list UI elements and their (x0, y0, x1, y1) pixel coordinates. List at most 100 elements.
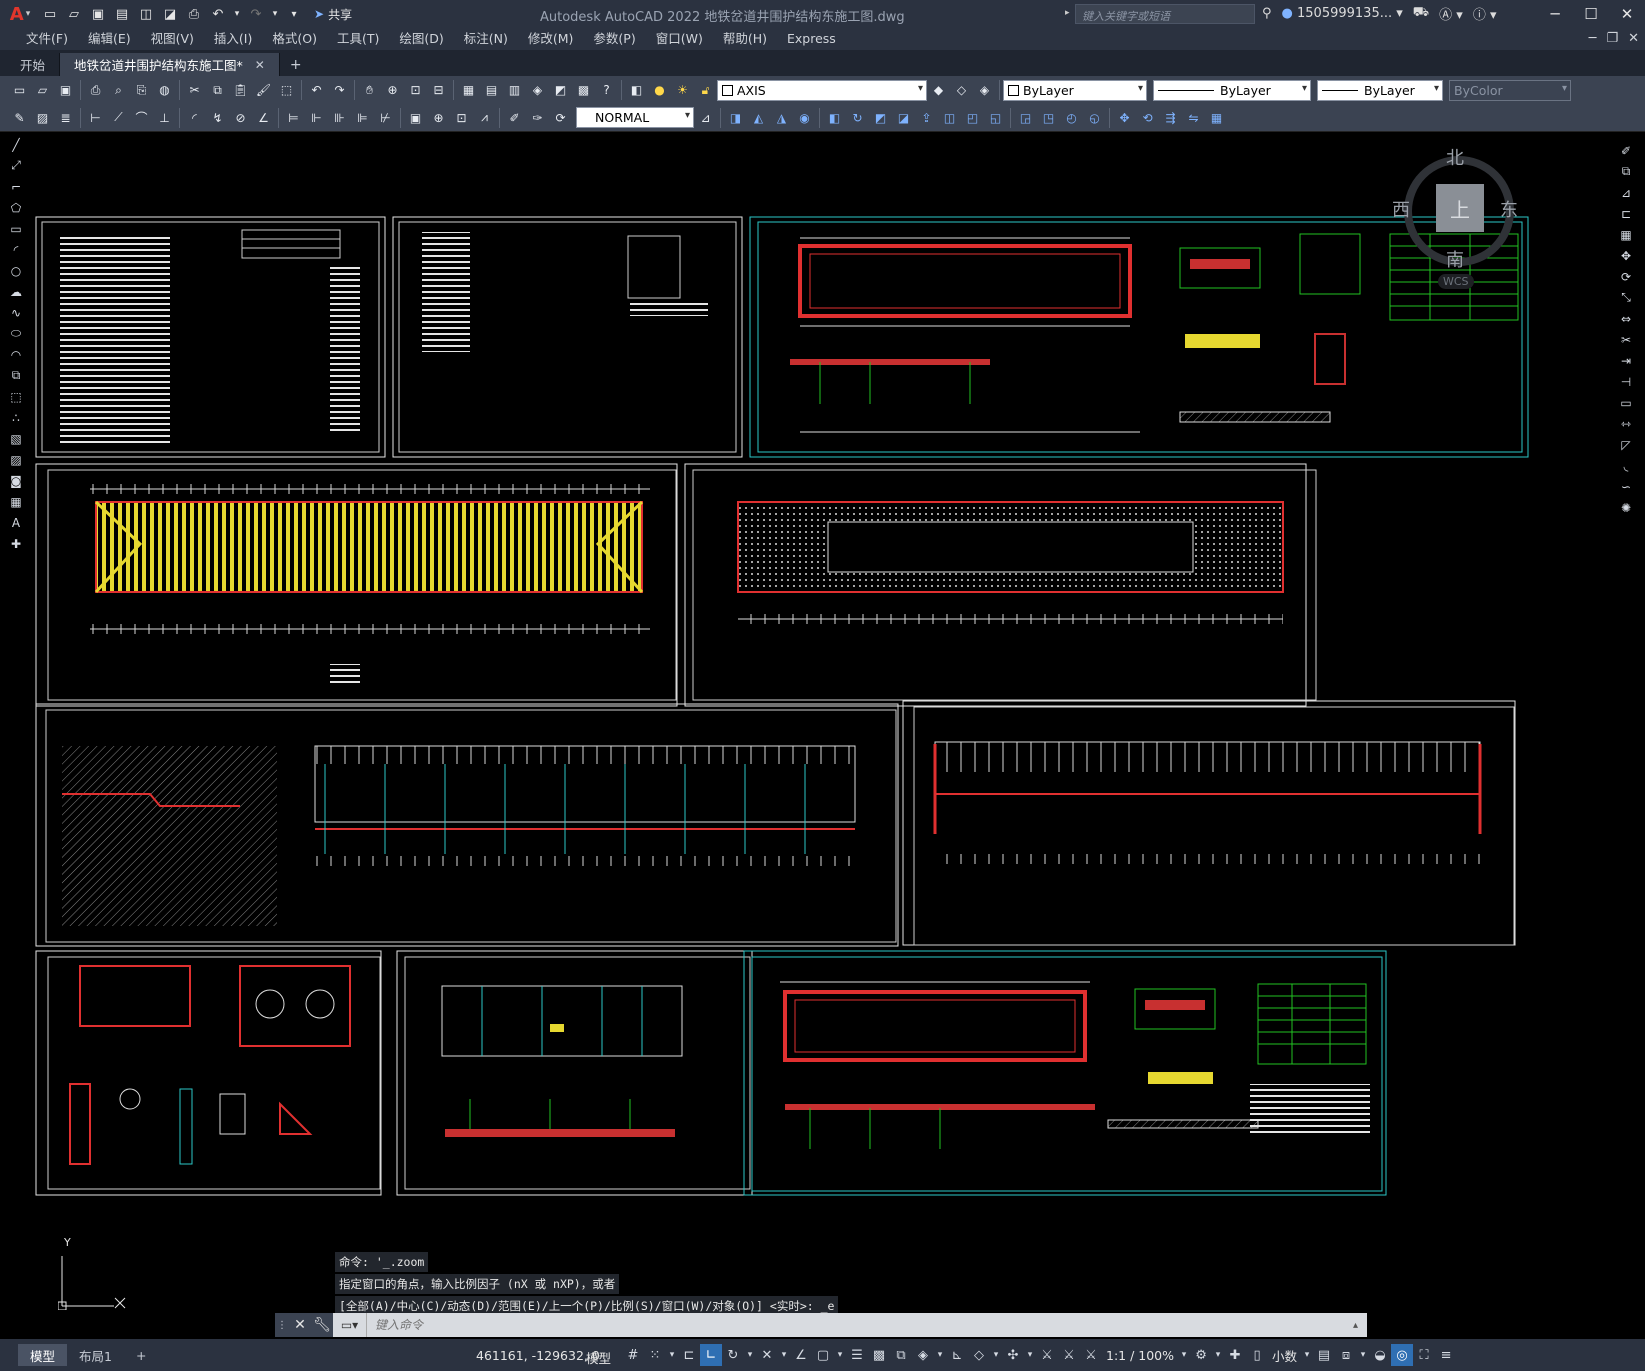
jogged-dim-icon[interactable]: ↯ (207, 107, 228, 128)
trim-icon[interactable]: ✂ (1617, 329, 1635, 350)
3d-print-icon[interactable]: ◍ (154, 80, 175, 101)
array-icon[interactable]: ▦ (1617, 224, 1635, 245)
mtext-icon[interactable]: A (7, 512, 25, 533)
dim-update-icon[interactable]: ⟳ (550, 107, 571, 128)
doc-restore-button[interactable]: ❐ (1606, 28, 1618, 50)
box-icon[interactable]: ◨ (725, 107, 746, 128)
share-button[interactable]: ➤ 共享 (314, 6, 352, 23)
tab-layout1[interactable]: 布局1 (67, 1344, 124, 1366)
maximize-button[interactable]: ☐ (1573, 0, 1609, 28)
circle-icon[interactable]: ○ (7, 260, 25, 281)
close-button[interactable]: ✕ (1609, 0, 1645, 28)
dynamic-ucs-icon[interactable]: ⊾ (946, 1344, 968, 1366)
align-3d-icon[interactable]: ⇶ (1160, 107, 1181, 128)
publish-icon[interactable]: ⎘ (131, 80, 152, 101)
rotate-icon[interactable]: ⟳ (1617, 266, 1635, 287)
open-icon[interactable]: ▱ (32, 80, 53, 101)
3d-osnap-dropdown-icon[interactable]: ▾ (934, 1344, 946, 1366)
point-icon[interactable]: ∴ (7, 407, 25, 428)
undo-icon[interactable]: ↶ (306, 80, 327, 101)
doc-close-button[interactable]: ✕ (1628, 28, 1639, 50)
polar-icon[interactable]: ↻ (722, 1344, 744, 1366)
table-icon[interactable]: ▦ (7, 491, 25, 512)
dimstyle-manager-icon[interactable]: ⊿ (695, 107, 716, 128)
object-snap-tracking-icon[interactable]: ∠ (790, 1344, 812, 1366)
layer-properties-icon[interactable]: ◧ (626, 80, 647, 101)
plotstyle-dropdown[interactable]: ByColor ▾ (1449, 79, 1571, 101)
plot-icon[interactable]: ⎙ (184, 5, 204, 23)
break-at-point-icon[interactable]: ⊣ (1617, 371, 1635, 392)
menu-modify[interactable]: 修改(M) (518, 28, 584, 50)
annotation-monitor-icon[interactable]: ✚ (1224, 1344, 1246, 1366)
tab-drawing[interactable]: 地铁岔道井围护结构东施工图* ✕ (60, 53, 280, 76)
sphere-icon[interactable]: ◉ (794, 107, 815, 128)
continue-dim-icon[interactable]: ⊪ (329, 107, 350, 128)
polygon-icon[interactable]: ⬠ (7, 197, 25, 218)
units-dropdown-icon[interactable]: ▾ (1301, 1344, 1313, 1366)
insert-block-icon[interactable]: ⧉ (7, 365, 25, 386)
command-input[interactable] (367, 1313, 1353, 1337)
menu-view[interactable]: 视图(V) (141, 28, 204, 50)
new-icon[interactable]: ▭ (9, 80, 30, 101)
thicken-icon[interactable]: ◵ (1084, 107, 1105, 128)
radius-dim-icon[interactable]: ◜ (184, 107, 205, 128)
extend-icon[interactable]: ⇥ (1617, 350, 1635, 371)
copy-object-icon[interactable]: ⧉ (1617, 161, 1635, 182)
intersect-icon[interactable]: ◱ (985, 107, 1006, 128)
hatch-icon[interactable]: ▧ (7, 428, 25, 449)
search-expand-icon[interactable]: ▸ (1065, 8, 1070, 18)
menu-dimension[interactable]: 标注(N) (454, 28, 518, 50)
tab-start[interactable]: 开始 (6, 53, 61, 76)
spline-icon[interactable]: ∿ (7, 302, 25, 323)
mirror-icon[interactable]: ⊿ (1617, 182, 1635, 203)
quick-dim-icon[interactable]: ⊨ (283, 107, 304, 128)
add-selected-icon[interactable]: ✚ (7, 533, 25, 554)
move-icon[interactable]: ✥ (1617, 245, 1635, 266)
edit-icon[interactable]: ✎ (9, 107, 30, 128)
diameter-dim-icon[interactable]: ⊘ (230, 107, 251, 128)
lock-ui-icon[interactable]: ⧈ (1335, 1344, 1357, 1366)
add-layout-button[interactable]: + (124, 1344, 158, 1366)
lock-icon[interactable]: 🔓︎ (695, 80, 716, 101)
save-icon[interactable]: ▣ (88, 5, 108, 23)
search-icon[interactable]: ⚲ (1262, 6, 1272, 21)
user-account[interactable]: ● 1505999135... ▾ (1282, 6, 1403, 21)
jogged-linear-icon[interactable]: ⩘ (474, 107, 495, 128)
save-web-icon[interactable]: ◪ (160, 5, 180, 23)
menu-file[interactable]: 文件(F) (16, 28, 78, 50)
revcloud-icon[interactable]: ☁︎ (7, 281, 25, 302)
rectangle-icon[interactable]: ▭ (7, 218, 25, 239)
layer-dropdown[interactable]: AXIS ▾ (717, 79, 927, 101)
ellipse-icon[interactable]: ⬭ (7, 323, 25, 344)
menu-draw[interactable]: 绘图(D) (389, 28, 453, 50)
join-icon[interactable]: ⇿ (1617, 413, 1635, 434)
cut-icon[interactable]: ✂ (184, 80, 205, 101)
layer-state-icon[interactable]: ◈ (974, 80, 995, 101)
cart-icon[interactable]: ⛟ (1413, 5, 1429, 22)
transparency-icon[interactable]: ▩ (868, 1344, 890, 1366)
bulb-icon[interactable]: ● (649, 80, 670, 101)
color-dropdown[interactable]: ByLayer ▾ (1003, 79, 1147, 101)
explode-icon[interactable]: ✺ (1617, 497, 1635, 518)
selection-filter-dropdown-icon[interactable]: ▾ (990, 1344, 1002, 1366)
command-prompt-icon[interactable]: ▭▾ (333, 1313, 367, 1337)
workspace-dropdown-icon[interactable]: ▾ (1212, 1344, 1224, 1366)
new-tab-button[interactable]: + (280, 53, 312, 76)
union-icon[interactable]: ◫ (939, 107, 960, 128)
erase-icon[interactable]: ✐ (1617, 140, 1635, 161)
plot-preview-icon[interactable]: ⌕ (108, 80, 129, 101)
tolerance-icon[interactable]: ▣ (405, 107, 426, 128)
viewcube-top-face[interactable]: 上 (1436, 184, 1484, 232)
redo-icon[interactable]: ↷ (329, 80, 350, 101)
auto-scale-icon[interactable]: ⚔ (1058, 1344, 1080, 1366)
workspace-gear-icon[interactable]: ⚙ (1190, 1344, 1212, 1366)
open-web-icon[interactable]: ◫ (136, 5, 156, 23)
customize-qat-icon[interactable]: ▾ (284, 5, 304, 23)
dim-space-icon[interactable]: ⊫ (352, 107, 373, 128)
array-3d-icon[interactable]: ▦ (1206, 107, 1227, 128)
dim-text-edit-icon[interactable]: ✑ (527, 107, 548, 128)
make-current-layer-icon[interactable]: ◆ (928, 80, 949, 101)
polyline-icon[interactable]: ⌐ (7, 176, 25, 197)
properties-icon[interactable]: ▦ (458, 80, 479, 101)
isodraft-dropdown-icon[interactable]: ▾ (778, 1344, 790, 1366)
